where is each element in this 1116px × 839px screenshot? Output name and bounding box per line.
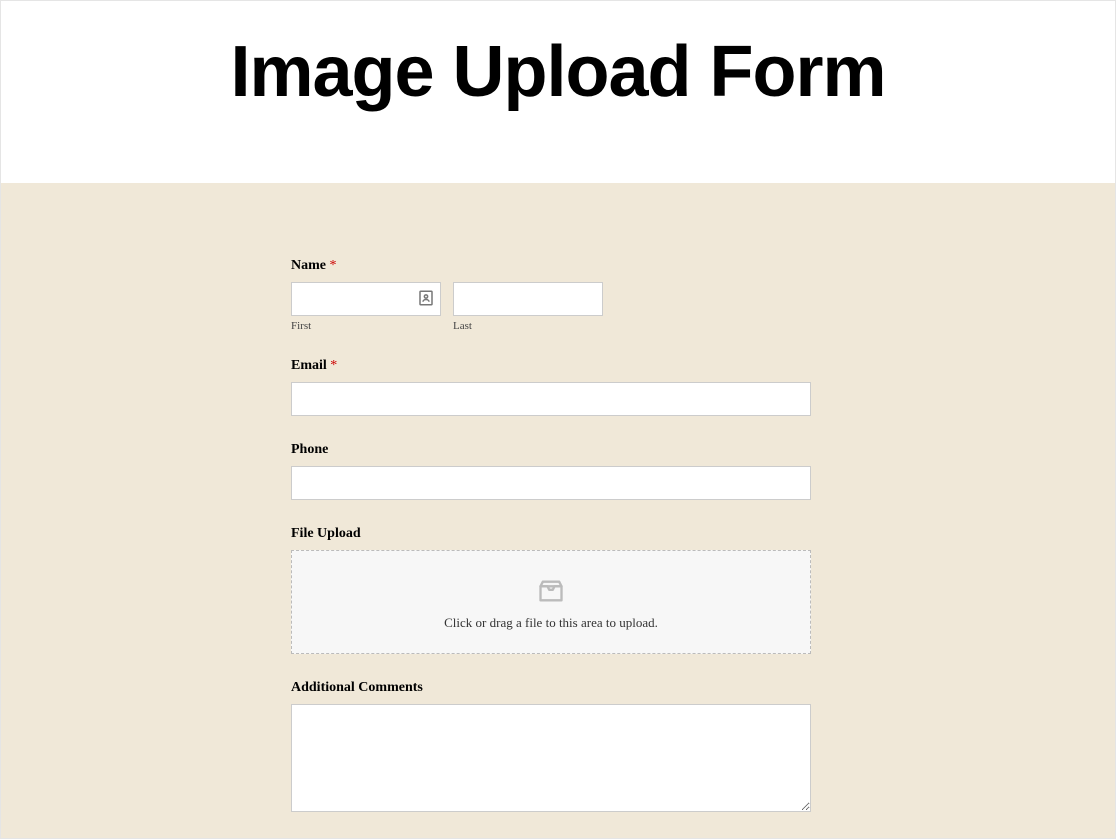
phone-field: Phone xyxy=(291,442,811,500)
form-section: Name * First xyxy=(1,183,1115,839)
name-field: Name * First xyxy=(291,258,811,332)
comments-textarea[interactable] xyxy=(291,704,811,812)
first-name-col: First xyxy=(291,282,441,332)
comments-label: Additional Comments xyxy=(291,680,811,696)
contact-card-icon xyxy=(417,289,435,307)
last-name-input[interactable] xyxy=(453,282,603,316)
name-row: First Last xyxy=(291,282,811,332)
phone-input[interactable] xyxy=(291,466,811,500)
file-field: File Upload Click or drag a file to this… xyxy=(291,526,811,654)
page-header: Image Upload Form xyxy=(1,1,1115,183)
file-dropzone[interactable]: Click or drag a file to this area to upl… xyxy=(291,550,811,654)
form-wrap: Name * First xyxy=(291,258,811,839)
file-label: File Upload xyxy=(291,526,811,542)
name-required-mark: * xyxy=(330,258,337,273)
last-name-sublabel: Last xyxy=(453,320,603,332)
email-field: Email * xyxy=(291,358,811,416)
last-name-col: Last xyxy=(453,282,603,332)
email-required-mark: * xyxy=(330,358,337,373)
email-label-text: Email xyxy=(291,358,327,373)
email-label: Email * xyxy=(291,358,811,374)
name-label-text: Name xyxy=(291,258,326,273)
comments-field: Additional Comments xyxy=(291,680,811,817)
name-label: Name * xyxy=(291,258,811,274)
page-title: Image Upload Form xyxy=(1,31,1115,113)
upload-box-icon xyxy=(537,577,565,605)
file-dropzone-text: Click or drag a file to this area to upl… xyxy=(302,615,800,631)
email-input[interactable] xyxy=(291,382,811,416)
first-name-sublabel: First xyxy=(291,320,441,332)
page-container: Image Upload Form Name * xyxy=(0,0,1116,839)
phone-label: Phone xyxy=(291,442,811,458)
